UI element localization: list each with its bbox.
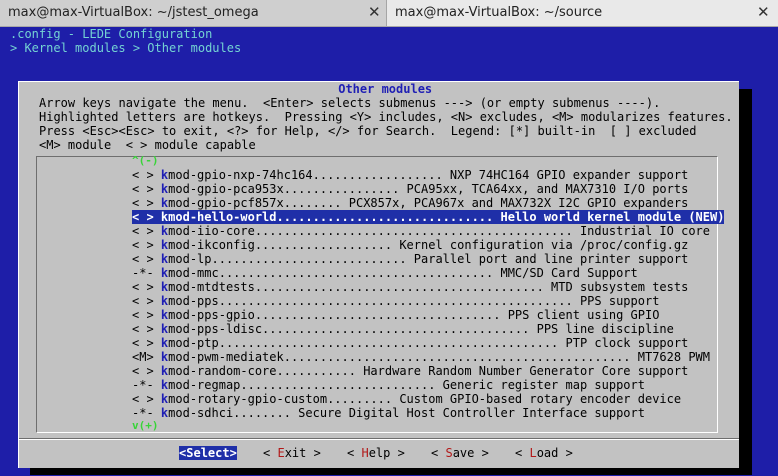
- button-label: ave: [452, 446, 475, 460]
- help-line: <M> module < > module capable: [39, 138, 256, 152]
- save-button[interactable]: < Save >: [431, 446, 489, 460]
- scroll-down-indicator: v(+): [132, 419, 159, 432]
- item-state[interactable]: < >: [132, 336, 161, 350]
- menu-item[interactable]: < > kmod-ikconfig................... Ker…: [132, 238, 688, 252]
- item-state[interactable]: < >: [132, 224, 161, 238]
- item-label: mod-hello-world.........................…: [168, 210, 725, 224]
- scroll-up-indicator: ^(-): [132, 154, 159, 167]
- item-label: mod-gpio-nxp-74hc164.................. N…: [168, 168, 689, 182]
- item-state[interactable]: < >: [132, 294, 161, 308]
- breadcrumb: > Kernel modules > Other modules: [10, 41, 242, 55]
- item-label: mod-gpio-pcf857x........ PCX857x, PCA967…: [168, 196, 689, 210]
- menu-item[interactable]: < > kmod-iio-core.......................…: [132, 224, 710, 238]
- item-state[interactable]: -*-: [132, 406, 161, 420]
- button-hotkey: L: [529, 446, 537, 460]
- item-label: mod-random-core........... Hardware Rand…: [168, 364, 689, 378]
- button-bracket: >: [229, 446, 237, 460]
- dialog-shadow-bottom: [30, 467, 752, 475]
- help-line: Arrow keys navigate the menu. <Enter> se…: [39, 96, 661, 110]
- item-state[interactable]: < >: [132, 308, 161, 322]
- button-bracket: >: [474, 446, 489, 460]
- item-state[interactable]: < >: [132, 280, 161, 294]
- item-state[interactable]: < >: [132, 238, 161, 252]
- menu-item[interactable]: < > kmod-pps-ldisc......................…: [132, 322, 674, 336]
- item-state[interactable]: < >: [132, 364, 161, 378]
- menu-item[interactable]: -*- kmod-sdhci........ Secure Digital Ho…: [132, 406, 645, 420]
- button-label: xit: [284, 446, 307, 460]
- button-bracket: <: [431, 446, 446, 460]
- button-hotkey: H: [361, 446, 369, 460]
- item-label: mod-mmc.................................…: [168, 266, 638, 280]
- menu-item[interactable]: < > kmod-mtdtests.......................…: [132, 280, 688, 294]
- item-label: mod-pps.................................…: [168, 294, 660, 308]
- config-title: .config - LEDE Configuration: [10, 27, 213, 41]
- menu-list[interactable]: ^(-) < > kmod-gpio-nxp-74hc164..........…: [36, 154, 725, 433]
- item-label: mod-pps-ldisc...........................…: [168, 322, 674, 336]
- item-state[interactable]: < >: [132, 392, 161, 406]
- dialog-title: Other modules: [331, 82, 440, 96]
- button-bracket: >: [306, 446, 321, 460]
- item-state[interactable]: < >: [132, 168, 161, 182]
- menu-item[interactable]: <M> kmod-pwm-mediatek...................…: [132, 350, 710, 364]
- button-label: elp: [368, 446, 391, 460]
- button-label: oad: [536, 446, 559, 460]
- menu-item[interactable]: < > kmod-lp........................... P…: [132, 252, 688, 266]
- item-label: mod-sdhci........ Secure Digital Host Co…: [168, 406, 645, 420]
- item-label: mod-pwm-mediatek........................…: [168, 350, 710, 364]
- menu-item[interactable]: -*- kmod-regmap.........................…: [132, 378, 645, 392]
- menu-item[interactable]: < > kmod-gpio-pca953x................ PC…: [132, 182, 688, 196]
- button-separator: [19, 438, 739, 440]
- menu-item[interactable]: < > kmod-rotary-gpio-custom......... Cus…: [132, 392, 681, 406]
- button-bracket: >: [390, 446, 405, 460]
- button-hotkey: S: [445, 446, 453, 460]
- tab-label: max@max-VirtualBox: ~/jstest_omega: [8, 5, 259, 20]
- close-icon[interactable]: ✕: [757, 3, 770, 21]
- button-bracket: <: [347, 446, 362, 460]
- close-icon[interactable]: ✕: [368, 3, 381, 21]
- item-state[interactable]: < >: [132, 196, 161, 210]
- dialog-shadow-right: [738, 89, 752, 475]
- item-label: mod-pps-gpio............................…: [168, 308, 660, 322]
- item-state[interactable]: < >: [132, 252, 161, 266]
- item-label: mod-lp........................... Parall…: [168, 252, 689, 266]
- tab-source[interactable]: max@max-VirtualBox: ~/source ✕: [387, 0, 778, 26]
- item-label: mod-gpio-pca953x................ PCA95xx…: [168, 182, 689, 196]
- menu-item[interactable]: < > kmod-random-core........... Hardware…: [132, 364, 688, 378]
- help-line: Highlighted letters are hotkeys. Pressin…: [39, 110, 733, 124]
- item-state[interactable]: -*-: [132, 378, 161, 392]
- item-label: mod-ptp.................................…: [168, 336, 689, 350]
- menu-item-selected[interactable]: < > kmod-hello-world....................…: [132, 210, 725, 224]
- item-label: mod-ikconfig................... Kernel c…: [168, 238, 689, 252]
- menu-item[interactable]: -*- kmod-mmc............................…: [132, 266, 638, 280]
- button-bracket: <: [263, 446, 278, 460]
- tab-bar: max@max-VirtualBox: ~/jstest_omega ✕ max…: [0, 0, 778, 27]
- button-label: elect: [193, 446, 230, 460]
- menu-item[interactable]: < > kmod-pps-gpio.......................…: [132, 308, 659, 322]
- item-state[interactable]: < >: [132, 210, 161, 224]
- menuconfig-dialog: Other modules Arrow keys navigate the me…: [18, 81, 739, 468]
- item-label: mod-regmap........................... Ge…: [168, 378, 645, 392]
- terminal[interactable]: .config - LEDE Configuration > Kernel mo…: [0, 27, 778, 476]
- exit-button[interactable]: < Exit >: [263, 446, 321, 460]
- select-button[interactable]: <Select>: [179, 446, 237, 460]
- item-state[interactable]: < >: [132, 322, 161, 336]
- menu-item[interactable]: < > kmod-ptp............................…: [132, 336, 688, 350]
- menu-item[interactable]: < > kmod-gpio-nxp-74hc164...............…: [132, 168, 688, 182]
- item-label: mod-iio-core............................…: [168, 224, 710, 238]
- help-line: Press <Esc><Esc> to exit, <?> for Help, …: [39, 124, 697, 138]
- item-label: mod-rotary-gpio-custom......... Custom G…: [168, 392, 682, 406]
- help-button[interactable]: < Help >: [347, 446, 405, 460]
- tab-label: max@max-VirtualBox: ~/source: [395, 5, 603, 20]
- item-state[interactable]: -*-: [132, 266, 161, 280]
- button-bracket: <: [515, 446, 530, 460]
- button-bracket: >: [558, 446, 573, 460]
- item-state[interactable]: <M>: [132, 350, 161, 364]
- load-button[interactable]: < Load >: [515, 446, 573, 460]
- button-hotkey: E: [277, 446, 285, 460]
- tab-jstest-omega[interactable]: max@max-VirtualBox: ~/jstest_omega ✕: [0, 0, 387, 26]
- menu-item[interactable]: < > kmod-pps............................…: [132, 294, 659, 308]
- item-label: mod-mtdtests............................…: [168, 280, 689, 294]
- menu-item[interactable]: < > kmod-gpio-pcf857x........ PCX857x, P…: [132, 196, 688, 210]
- item-state[interactable]: < >: [132, 182, 161, 196]
